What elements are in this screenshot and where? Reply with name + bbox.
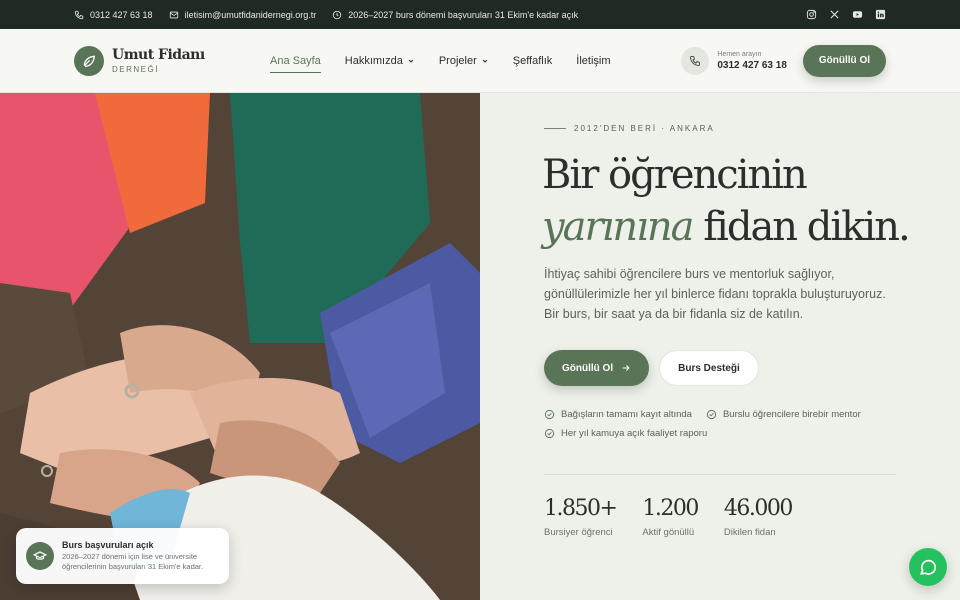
topbar-notice-text: 2026–2027 burs dönemi başvuruları 31 Eki… — [348, 9, 579, 20]
logo-title: Umut Fidanı — [112, 47, 205, 63]
hero-title-line1: Bir öğrencinin — [542, 152, 808, 198]
check-circle-icon — [544, 409, 555, 420]
site-header: Umut Fidanı DERNEĞİ Ana Sayfa Hakkımızda… — [0, 29, 960, 93]
nav-item-transparency[interactable]: Şeffaflık — [513, 49, 553, 73]
top-info-bar: 0312 427 63 18 iletisim@umutfidaniderneg… — [0, 0, 960, 29]
scholarship-toast[interactable]: Burs başvuruları açık 2026–2027 dönemi i… — [16, 528, 229, 584]
hero-section: 2012'DEN BERİ · ANKARA Bir öğrencinin ya… — [480, 93, 960, 600]
call-number: 0312 427 63 18 — [717, 59, 787, 71]
nav-label: Projeler — [438, 54, 477, 67]
main-nav: Ana Sayfa Hakkımızda Projeler Şeffaflık … — [270, 49, 611, 73]
instagram-icon[interactable] — [806, 9, 817, 20]
scholarship-support-button[interactable]: Burs Desteği — [659, 350, 759, 386]
clock-icon — [333, 10, 342, 19]
stat-value: 1.200 — [642, 496, 699, 521]
hero-volunteer-label: Gönüllü Ol — [562, 362, 614, 374]
check-circle-icon — [706, 409, 717, 420]
stat-label: Dikilen fidan — [723, 527, 776, 538]
hero-title: Bir öğrencinin yarınına fidan dikin. — [542, 149, 911, 253]
trust-point: Burslu öğrencilere birebir mentor — [706, 409, 861, 420]
stat-value: 46.000 — [723, 496, 793, 521]
hero-lead: İhtiyaç sahibi öğrencilere burs ve mento… — [544, 267, 886, 321]
hero-title-rest: fidan dikin. — [692, 204, 910, 250]
chevron-down-icon — [408, 59, 414, 63]
nav-label: Hakkımızda — [344, 54, 403, 67]
youtube-icon[interactable] — [852, 9, 863, 20]
chevron-down-icon — [482, 59, 488, 63]
nav-label: İletişim — [576, 54, 611, 67]
topbar-phone[interactable]: 0312 427 63 18 — [74, 10, 153, 20]
graduation-cap-icon — [26, 542, 54, 570]
hero-eyebrow: 2012'DEN BERİ · ANKARA — [544, 124, 715, 133]
stat-label: Bursiyer öğrenci — [544, 527, 613, 538]
hero-volunteer-button[interactable]: Gönüllü Ol — [544, 350, 650, 386]
phone-icon — [74, 10, 84, 19]
stat-value: 1.850+ — [544, 496, 618, 521]
hero-title-emphasis: yarınına — [542, 204, 695, 250]
whatsapp-chat-button[interactable] — [909, 548, 947, 586]
nav-item-contact[interactable]: İletişim — [576, 49, 610, 73]
x-icon[interactable] — [829, 9, 840, 20]
topbar-phone-text: 0312 427 63 18 — [90, 9, 153, 20]
stats-divider — [544, 474, 896, 475]
linkedin-icon[interactable] — [875, 9, 886, 20]
site-logo[interactable]: Umut Fidanı DERNEĞİ — [74, 45, 270, 76]
logo-subtitle: DERNEĞİ — [112, 65, 159, 74]
topbar-notice: 2026–2027 burs dönemi başvuruları 31 Eki… — [332, 10, 578, 20]
nav-item-projects[interactable]: Projeler — [439, 49, 489, 73]
social-links — [806, 9, 886, 20]
nav-item-about[interactable]: Hakkımızda — [345, 49, 415, 73]
check-circle-icon — [544, 428, 555, 439]
call-label: Hemen arayın — [717, 50, 762, 58]
leaf-logo-icon — [74, 45, 104, 76]
trust-point: Bağışların tamamı kayıt altında — [544, 409, 692, 420]
topbar-email[interactable]: iletisim@umutfidanidernegi.org.tr — [169, 9, 317, 20]
chat-bubble-icon — [920, 559, 936, 575]
eyebrow-line — [544, 128, 566, 129]
hero-image-hands — [0, 93, 480, 600]
eyebrow-text: 2012'DEN BERİ · ANKARA — [574, 124, 715, 133]
impact-stats: 1.850+ Bursiyer öğrenci 1.200 Aktif gönü… — [544, 496, 793, 538]
stat-saplings: 46.000 Dikilen fidan — [723, 496, 793, 538]
nav-label: Ana Sayfa — [270, 54, 321, 67]
trust-points: Bağışların tamamı kayıt altında Burslu ö… — [544, 409, 904, 439]
arrow-right-icon — [622, 365, 630, 371]
hero-cta-group: Gönüllü Ol Burs Desteği — [544, 350, 759, 386]
topbar-email-text: iletisim@umutfidanidernegi.org.tr — [184, 9, 317, 20]
trust-point-text: Her yıl kamuya açık faaliyet raporu — [561, 428, 708, 439]
phone-icon[interactable] — [681, 46, 710, 75]
stat-students: 1.850+ Bursiyer öğrenci — [544, 496, 618, 538]
nav-item-home[interactable]: Ana Sayfa — [270, 49, 321, 73]
trust-point: Her yıl kamuya açık faaliyet raporu — [544, 428, 707, 439]
stat-label: Aktif gönüllü — [642, 527, 695, 538]
stat-volunteers: 1.200 Aktif gönüllü — [642, 496, 699, 538]
trust-point-text: Bağışların tamamı kayıt altında — [561, 409, 692, 420]
trust-point-text: Burslu öğrencilere birebir mentor — [722, 409, 861, 420]
toast-text: 2026–2027 dönemi için lise ve üniversite… — [62, 552, 204, 571]
toast-title: Burs başvuruları açık — [62, 540, 154, 550]
nav-label: Şeffaflık — [512, 54, 553, 67]
mail-icon — [169, 11, 178, 18]
volunteer-button[interactable]: Gönüllü Ol — [802, 44, 886, 77]
call-info[interactable]: Hemen arayın 0312 427 63 18 — [717, 51, 787, 71]
